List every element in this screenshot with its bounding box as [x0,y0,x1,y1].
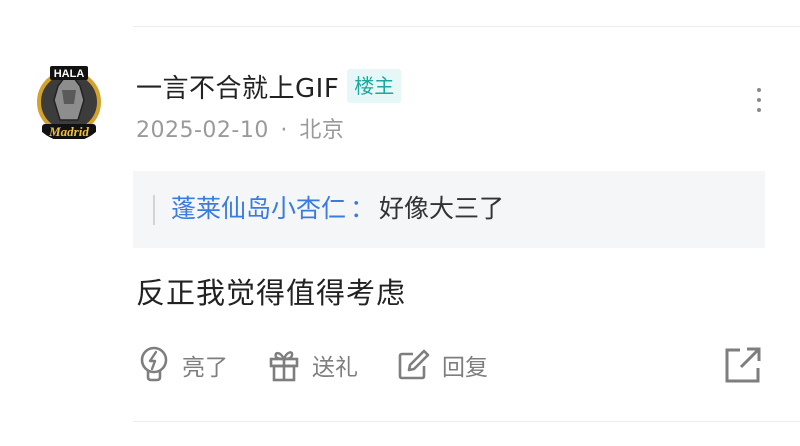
light-button[interactable]: 亮了 [136,345,228,385]
edit-icon [398,349,430,380]
post-content: 反正我觉得值得考虑 [136,276,407,310]
lightbulb-icon [140,346,168,382]
reply-label: 回复 [442,355,488,381]
action-bar: 亮了 送礼 回复 [136,340,526,390]
quote-body: 好像大三了 [379,194,505,223]
avatar-top-text: HALA [54,68,85,80]
bottom-divider [133,421,800,422]
username[interactable]: 一言不合就上GIF [136,68,339,105]
post-meta: 2025-02-10 · 北京 [136,112,344,144]
quote-author[interactable]: 蓬莱仙岛小杏仁 [171,194,346,223]
quote-separator: ： [350,194,376,223]
gift-button[interactable]: 送礼 [266,345,358,385]
reply-button[interactable]: 回复 [396,345,488,385]
quote-text: 蓬莱仙岛小杏仁：好像大三了 [171,189,504,229]
quoted-reply[interactable]: 蓬莱仙岛小杏仁：好像大三了 [133,171,765,248]
light-label: 亮了 [182,355,228,381]
gift-icon [269,351,299,382]
meta-separator: · [280,118,288,143]
top-divider [133,26,800,27]
post-date: 2025-02-10 [136,118,269,143]
quote-bar [153,195,155,225]
post-location: 北京 [299,118,345,143]
gift-label: 送礼 [312,355,358,381]
avatar[interactable]: HALA Madrid [28,60,110,142]
host-badge: 楼主 [347,69,402,103]
share-icon [725,347,761,383]
share-button[interactable] [722,344,764,386]
avatar-bottom-text: Madrid [48,124,89,139]
avatar-image: HALA Madrid [29,61,109,141]
author-row: 一言不合就上GIF 楼主 [136,64,402,108]
more-vertical-icon[interactable] [753,88,765,124]
